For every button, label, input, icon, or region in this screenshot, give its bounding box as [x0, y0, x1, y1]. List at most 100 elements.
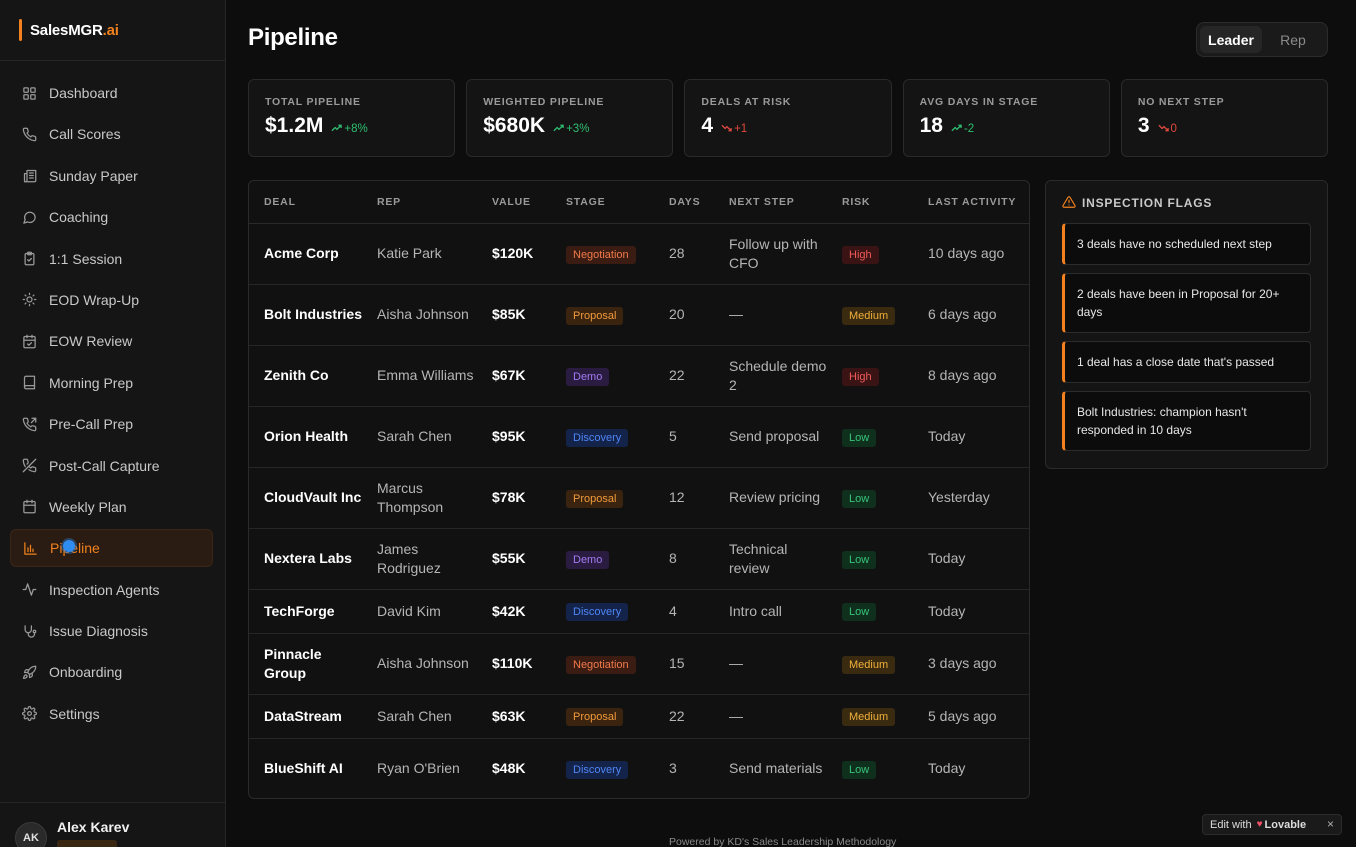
close-icon[interactable]: ×: [1327, 817, 1334, 831]
rep-name: Katie Park: [362, 223, 477, 285]
sidebar-item-settings[interactable]: Settings: [10, 695, 213, 733]
rep-name: Sarah Chen: [362, 694, 477, 739]
calendar-icon: [22, 499, 37, 514]
days-in-stage: 22: [654, 694, 714, 739]
days-in-stage: 5: [654, 406, 714, 468]
sidebar-item-eow-review[interactable]: EOW Review: [10, 322, 213, 360]
sidebar-item-1-1-session[interactable]: 1:1 Session: [10, 240, 213, 278]
risk-badge: Low: [842, 760, 877, 779]
sidebar-item-label: 1:1 Session: [49, 250, 123, 267]
inspection-flag-item[interactable]: Bolt Industries: champion hasn't respond…: [1062, 391, 1311, 451]
toggle-leader[interactable]: Leader: [1200, 26, 1262, 53]
table-row[interactable]: Nextera Labs James Rodriguez $55K Demo 8 Tech…: [249, 528, 1029, 590]
stage-cell: Discovery: [551, 589, 654, 634]
deal-name[interactable]: DataStream: [249, 694, 362, 739]
stethoscope-icon: [22, 624, 37, 639]
sidebar-item-label: Settings: [49, 705, 100, 722]
deal-value: $120K: [477, 223, 551, 285]
edit-badge-prefix: Edit with: [1210, 818, 1252, 831]
stat-label: Avg Days in Stage: [919, 96, 1039, 108]
sidebar-item-post-call-capture[interactable]: Post-Call Capture: [10, 447, 213, 485]
sidebar-item-coaching[interactable]: Coaching: [10, 198, 213, 236]
deal-name[interactable]: Acme Corp: [249, 223, 362, 285]
stage-badge: Negotiation: [566, 655, 636, 674]
sidebar-item-sunday-paper[interactable]: Sunday Paper: [10, 157, 213, 195]
sidebar-item-pipeline[interactable]: Pipeline: [10, 529, 213, 568]
warning-triangle-icon: [1062, 195, 1082, 212]
brand-logo[interactable]: SalesMGR.ai: [0, 0, 225, 61]
table-row[interactable]: Bolt Industries Aisha Johnson $85K Proposal…: [249, 284, 1029, 346]
deal-name[interactable]: Pinnacle Group: [249, 633, 362, 695]
inspection-flag-item[interactable]: 3 deals have no scheduled next step: [1062, 223, 1311, 265]
inspection-flag-item[interactable]: 2 deals have been in Proposal for 20+ da…: [1062, 273, 1311, 333]
user-profile[interactable]: AK Alex Karev: [0, 802, 225, 847]
next-step: Review pricing: [714, 467, 827, 529]
deal-name[interactable]: Bolt Industries: [249, 284, 362, 346]
inspection-flags-panel: Inspection Flags 3 deals have no schedul…: [1045, 180, 1328, 469]
table-row[interactable]: TechForge David Kim $42K Discovery 4 Intro ca…: [249, 589, 1029, 634]
phone-off-icon: [22, 458, 37, 473]
sidebar-item-eod-wrap-up[interactable]: EOD Wrap-Up: [10, 281, 213, 319]
column-header-days[interactable]: Days: [654, 181, 714, 224]
sidebar-item-label: Issue Diagnosis: [49, 623, 148, 640]
avatar: AK: [15, 822, 47, 847]
edit-badge-brand: Lovable: [1264, 818, 1307, 831]
days-in-stage: 4: [654, 589, 714, 634]
inspection-flag-item[interactable]: 1 deal has a close date that's passed: [1062, 341, 1311, 383]
deal-name[interactable]: TechForge: [249, 589, 362, 634]
stage-badge: Proposal: [566, 708, 624, 726]
edit-with-lovable-badge[interactable]: Edit with ♥ Lovable ×: [1202, 814, 1342, 835]
column-header-stage[interactable]: Stage: [551, 181, 654, 224]
deal-name[interactable]: Zenith Co: [249, 345, 362, 407]
stat-delta-value: +8%: [344, 123, 368, 135]
column-header-next-step[interactable]: Next Step: [714, 181, 827, 224]
table-row[interactable]: Acme Corp Katie Park $120K Negotiation 28 Fol…: [249, 223, 1029, 285]
column-header-deal[interactable]: Deal: [249, 181, 362, 224]
sidebar-item-label: Dashboard: [49, 85, 118, 101]
stat-label: No Next Step: [1137, 96, 1225, 108]
toggle-rep[interactable]: Rep: [1262, 26, 1324, 53]
column-header-rep[interactable]: Rep: [362, 181, 477, 224]
table-row[interactable]: Pinnacle Group Aisha Johnson $110K Negotiat…: [249, 633, 1029, 695]
sidebar-item-issue-diagnosis[interactable]: Issue Diagnosis: [10, 612, 213, 650]
table-row[interactable]: CloudVault Inc Marcus Thompson $78K Proposa…: [249, 467, 1029, 529]
sidebar-item-onboarding[interactable]: Onboarding: [10, 653, 213, 691]
sidebar-item-pre-call-prep[interactable]: Pre-Call Prep: [10, 405, 213, 443]
table-row[interactable]: BlueShift AI Ryan O'Brien $48K Discovery 3 Se…: [249, 738, 1029, 798]
sidebar-item-weekly-plan[interactable]: Weekly Plan: [10, 488, 213, 526]
column-header-risk[interactable]: Risk: [827, 181, 913, 224]
table-row[interactable]: DataStream Sarah Chen $63K Proposal 22— Mediu…: [249, 694, 1029, 739]
table-row[interactable]: Orion Health Sarah Chen $95K Discovery 5 Send…: [249, 406, 1029, 468]
sidebar-item-label: Pre-Call Prep: [49, 416, 134, 433]
column-header-value[interactable]: Value: [477, 181, 551, 224]
inspection-flags-title: Inspection Flags: [1062, 195, 1311, 211]
column-header-last-activity[interactable]: Last Activity: [913, 181, 1029, 224]
deal-value: $42K: [477, 589, 551, 634]
rep-name: Emma Williams: [362, 345, 477, 407]
deal-name[interactable]: BlueShift AI: [249, 738, 362, 798]
risk-cell: Medium: [827, 633, 913, 695]
user-name: Alex Karev: [57, 819, 130, 835]
sidebar-item-inspection-agents[interactable]: Inspection Agents: [10, 571, 213, 609]
stat-delta: -2: [951, 123, 974, 135]
sidebar-item-call-scores[interactable]: Call Scores: [10, 115, 213, 153]
deal-value: $78K: [477, 467, 551, 529]
last-activity: Today: [913, 528, 1029, 590]
deal-name[interactable]: Orion Health: [249, 406, 362, 468]
stat-card-no-next-step: No Next Step 3 0: [1120, 79, 1329, 157]
deal-value: $85K: [477, 284, 551, 346]
deal-value: $63K: [477, 694, 551, 739]
rep-name: David Kim: [362, 589, 477, 634]
table-row[interactable]: Zenith Co Emma Williams $67K Demo 22 Schedule…: [249, 345, 1029, 407]
risk-cell: Low: [827, 738, 913, 798]
sidebar-item-morning-prep[interactable]: Morning Prep: [10, 364, 213, 402]
rep-name: Marcus Thompson: [362, 467, 477, 529]
next-step: —: [714, 284, 827, 346]
deal-name[interactable]: CloudVault Inc: [249, 467, 362, 529]
deal-name[interactable]: Nextera Labs: [249, 528, 362, 590]
stat-label: Total Pipeline: [265, 96, 361, 108]
stage-badge: Discovery: [566, 603, 629, 621]
sidebar-item-dashboard[interactable]: Dashboard: [10, 74, 213, 112]
calendar-check-icon: [22, 334, 37, 349]
days-in-stage: 8: [654, 528, 714, 590]
